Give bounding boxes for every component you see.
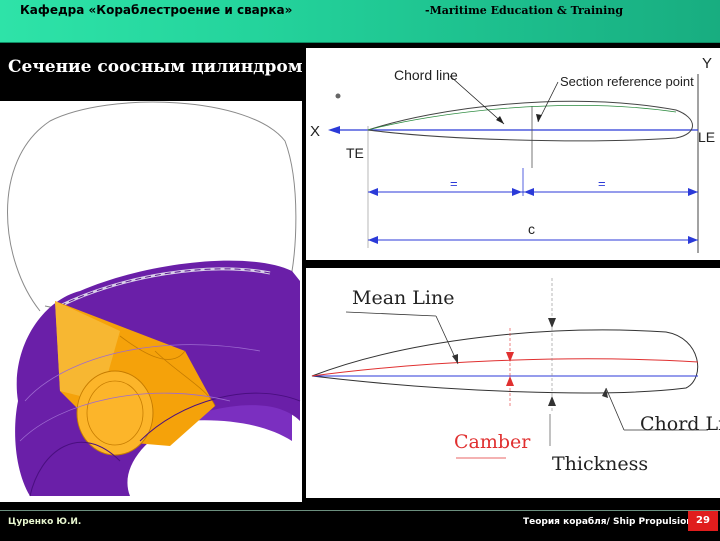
footer-bar: Цуренко Ю.И. Теория корабля/ Ship Propul…: [0, 510, 720, 541]
te-label: TE: [346, 145, 364, 161]
camber-thickness-figure: Mean Line Chord Line Camber Thickness: [311, 278, 720, 475]
y-axis-label: Y: [702, 55, 712, 72]
chord-line-figure: Chord line Section reference point Y X T…: [310, 55, 715, 253]
propeller-cylinder-figure: [7, 101, 301, 497]
le-label: LE: [698, 129, 715, 145]
slide-title: Сечение соосным цилиндром: [8, 57, 303, 77]
camber-label: Camber: [454, 431, 531, 453]
course-name: Теория корабля/ Ship Propulsion: [523, 517, 693, 527]
chord-line-label-bottom: Chord Line: [640, 413, 720, 435]
thickness-label: Thickness: [552, 453, 648, 475]
mean-line-label: Mean Line: [352, 287, 454, 309]
x-axis-label: X: [310, 123, 320, 140]
page-number-badge: 29: [688, 511, 718, 531]
chord-line-diagram: Chord line Section reference point Y X T…: [306, 48, 720, 260]
camber-thickness-diagram: Mean Line Chord Line Camber Thickness: [306, 268, 720, 498]
equal-left-label: =: [450, 176, 458, 191]
chord-line-label: Chord line: [394, 67, 458, 83]
header-bar: Кафедра «Кораблестроение и сварка» -Mari…: [0, 0, 720, 43]
author-name: Цуренко Ю.И.: [8, 517, 82, 527]
section-reference-point-label: Section reference point: [560, 74, 694, 89]
header-subtitle: -Maritime Education & Training: [425, 4, 624, 17]
department-title: Кафедра «Кораблестроение и сварка»: [20, 3, 293, 17]
chord-length-label: c: [528, 221, 535, 237]
cylinder-section-illustration: [0, 101, 302, 502]
equal-right-label: =: [598, 176, 606, 191]
